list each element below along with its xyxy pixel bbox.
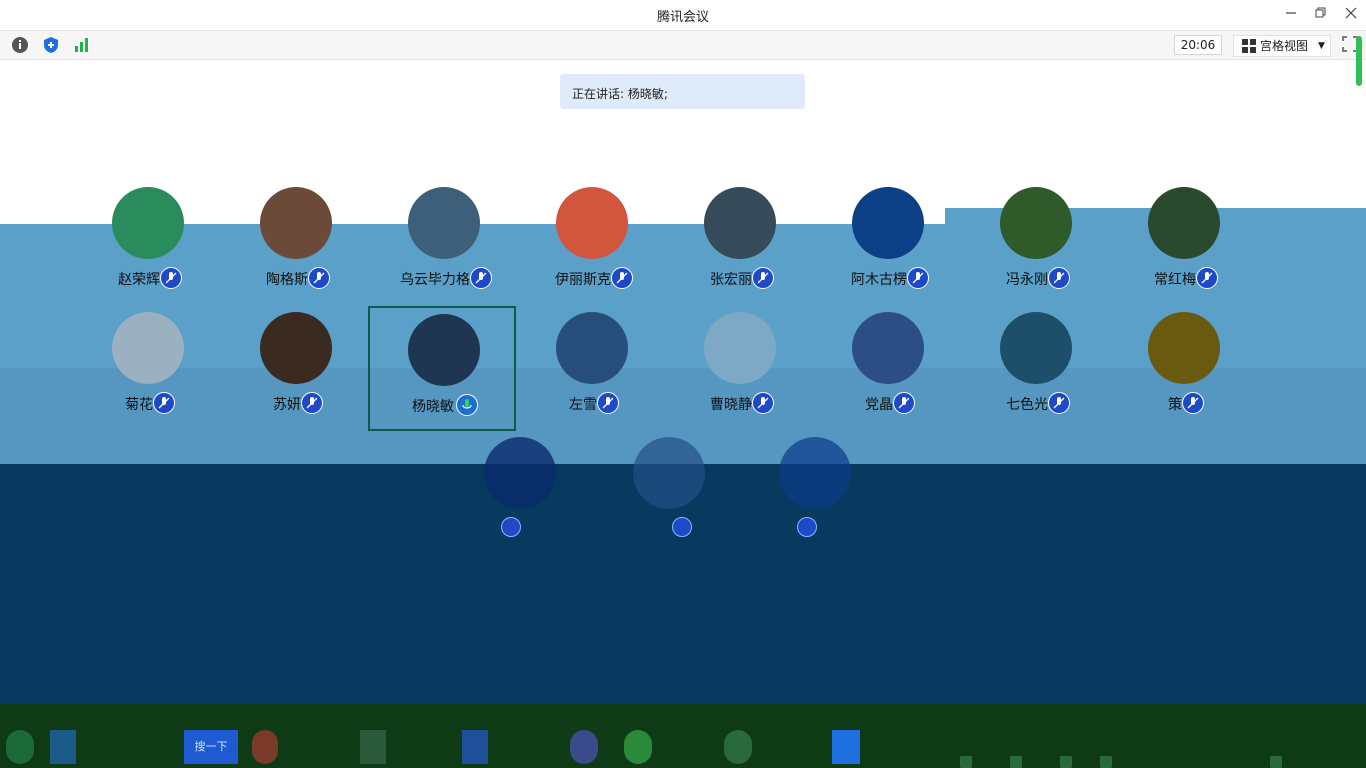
avatar (1000, 187, 1072, 259)
mic-muted-icon[interactable] (1048, 392, 1070, 414)
browser-icon[interactable] (50, 730, 76, 764)
avatar (1148, 187, 1220, 259)
taskbar: 搜一下 (0, 704, 1366, 768)
scroll-indicator[interactable] (1356, 36, 1362, 86)
minimize-icon (1286, 12, 1296, 14)
participant-tile[interactable]: 党晶 (818, 312, 958, 422)
avatar (1148, 312, 1220, 384)
participant-tile[interactable]: 曹晓静 (670, 312, 810, 422)
avatar (484, 437, 556, 509)
restore-button[interactable] (1310, 4, 1332, 26)
participant-name: 左雪 (569, 397, 597, 413)
avatar (260, 187, 332, 259)
mic-muted-icon[interactable] (153, 392, 175, 414)
avatar (112, 187, 184, 259)
tray-icon[interactable] (1100, 756, 1112, 768)
participant-name: 策 (1168, 397, 1182, 413)
participant-name: 苏妍 (273, 397, 301, 413)
mic-muted-icon[interactable] (597, 392, 619, 414)
start-icon[interactable] (6, 730, 34, 764)
mic-muted-icon[interactable] (907, 267, 929, 289)
participant-tile[interactable]: 常红梅 (1114, 187, 1254, 297)
chrome-icon[interactable] (252, 730, 278, 764)
mic-muted-icon[interactable] (301, 392, 323, 414)
participant-tile[interactable]: 菊花 (78, 312, 218, 422)
avatar (779, 437, 851, 509)
avatar (556, 312, 628, 384)
mic-muted-icon[interactable] (752, 267, 774, 289)
window-title: 腾讯会议 (656, 10, 709, 25)
avatar (852, 187, 924, 259)
speaking-banner: 正在讲话: 杨晓敏; (560, 74, 805, 109)
avatar (112, 312, 184, 384)
participant-tile[interactable]: 陶格斯 (226, 187, 366, 297)
shield-icon[interactable] (42, 36, 60, 54)
participant-tile[interactable]: 阿木古楞 (818, 187, 958, 297)
participant-name: 党晶 (865, 397, 893, 413)
participant-name: 菊花 (125, 397, 153, 413)
grid-icon (1242, 39, 1256, 53)
avatar (852, 312, 924, 384)
mic-muted-icon[interactable] (160, 267, 182, 289)
info-icon[interactable] (11, 36, 29, 54)
view-mode-label: 宫格视图 (1260, 39, 1309, 53)
avatar (704, 312, 776, 384)
participant-tile[interactable]: 苏妍 (226, 312, 366, 422)
mic-muted-icon[interactable] (470, 267, 492, 289)
avatar (1000, 312, 1072, 384)
title-bar: 腾讯会议 (0, 0, 1366, 31)
participant-tile[interactable]: 乌云毕力格 (374, 187, 514, 297)
avatar (408, 314, 480, 386)
participant-tile[interactable]: 杨晓敏 (368, 306, 516, 431)
mic-muted-icon[interactable] (1196, 267, 1218, 289)
view-mode-dropdown[interactable]: 宫格视图 ▼ (1233, 35, 1331, 57)
mic-muted-icon[interactable] (1048, 267, 1070, 289)
close-button[interactable] (1340, 4, 1362, 26)
avatar (633, 437, 705, 509)
mic-muted-icon[interactable] (797, 517, 817, 537)
signal-icon[interactable] (73, 36, 91, 54)
participant-tile[interactable]: 赵荣辉 (78, 187, 218, 297)
avatar (408, 187, 480, 259)
mic-muted-icon[interactable] (1182, 392, 1204, 414)
mic-active-icon[interactable] (456, 394, 478, 416)
restore-icon (1315, 7, 1326, 18)
meeting-toolbar: 20:06 宫格视图 ▼ (0, 31, 1366, 60)
ie-icon[interactable] (624, 730, 652, 764)
speaking-text: 正在讲话: 杨晓敏; (572, 87, 668, 101)
mic-muted-icon[interactable] (501, 517, 521, 537)
word-icon[interactable] (462, 730, 488, 764)
meeting-app-icon[interactable] (832, 730, 860, 764)
mic-muted-icon[interactable] (611, 267, 633, 289)
mic-muted-icon[interactable] (893, 392, 915, 414)
chevron-down-icon: ▼ (1318, 41, 1325, 51)
mic-muted-icon[interactable] (308, 267, 330, 289)
avatar (704, 187, 776, 259)
mic-muted-icon[interactable] (672, 517, 692, 537)
avatar (260, 312, 332, 384)
participant-tile[interactable]: 张宏丽 (670, 187, 810, 297)
tray-icon[interactable] (1010, 756, 1022, 768)
avatar (556, 187, 628, 259)
participant-tile[interactable]: 伊丽斯克 (522, 187, 662, 297)
folder-icon[interactable] (360, 730, 386, 764)
tray-icon[interactable] (1270, 756, 1282, 768)
chat-icon[interactable] (724, 730, 752, 764)
participant-tile[interactable]: 策 (1114, 312, 1254, 422)
minimize-button[interactable] (1280, 4, 1302, 26)
participant-tile[interactable]: 七色光 (966, 312, 1106, 422)
app-icon[interactable] (570, 730, 598, 764)
tray-icon[interactable] (1060, 756, 1072, 768)
participant-tile[interactable]: 左雪 (522, 312, 662, 422)
close-icon (1345, 7, 1357, 19)
meeting-clock: 20:06 (1174, 35, 1222, 55)
tray-icon[interactable] (960, 756, 972, 768)
participant-tile[interactable]: 冯永刚 (966, 187, 1106, 297)
mic-muted-icon[interactable] (752, 392, 774, 414)
search-button[interactable]: 搜一下 (184, 730, 238, 764)
